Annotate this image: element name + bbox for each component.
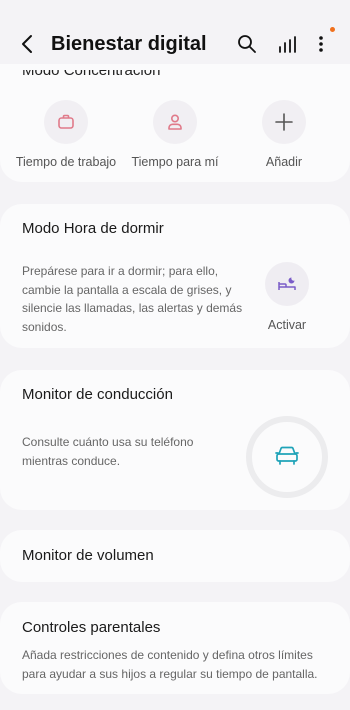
notification-dot	[330, 27, 335, 32]
bedtime-mode-description: Prepárese para ir a dormir; para ello, c…	[22, 264, 243, 334]
page-title: Bienestar digital	[51, 33, 207, 55]
back-arrow-icon[interactable]	[16, 32, 40, 56]
app-header: Bienestar digital	[0, 0, 350, 64]
parental-controls-card[interactable]: Controles parentales Añada restricciones…	[0, 602, 350, 694]
volume-monitor-title: Monitor de volumen	[22, 547, 154, 564]
bedtime-activate-label: Activar	[267, 318, 307, 332]
mode-work-time[interactable]: Tiempo de trabajo	[11, 100, 121, 169]
bed-moon-icon	[265, 262, 309, 306]
driving-monitor-title: Monitor de conducción	[22, 386, 173, 403]
car-icon	[274, 443, 300, 472]
mode-me-time[interactable]: Tiempo para mí	[120, 100, 230, 169]
volume-monitor-card[interactable]: Monitor de volumen	[0, 530, 350, 582]
bedtime-mode-title: Modo Hora de dormir	[22, 220, 164, 237]
focus-mode-title: Modo Concentración	[22, 62, 161, 79]
driving-monitor-description: Consulte cuánto usa su teléfono mientras…	[22, 435, 194, 468]
mode-work-time-label: Tiempo de trabajo	[15, 155, 117, 169]
add-mode-label: Añadir	[265, 155, 303, 169]
plus-icon	[262, 100, 306, 144]
briefcase-icon	[44, 100, 88, 144]
bedtime-mode-card[interactable]: Modo Hora de dormir Prepárese para ir a …	[0, 204, 350, 348]
parental-controls-title: Controles parentales	[22, 619, 161, 636]
more-options-icon[interactable]	[314, 32, 328, 56]
mode-me-time-label: Tiempo para mí	[131, 155, 219, 169]
driving-toggle-button[interactable]	[246, 416, 328, 498]
bedtime-activate-button[interactable]: Activar	[256, 262, 318, 332]
person-icon	[153, 100, 197, 144]
search-icon[interactable]	[236, 33, 258, 55]
add-mode-button[interactable]: Añadir	[229, 100, 339, 169]
parental-controls-description: Añada restricciones de contenido y defin…	[22, 648, 318, 681]
bar-chart-icon[interactable]	[276, 34, 298, 56]
